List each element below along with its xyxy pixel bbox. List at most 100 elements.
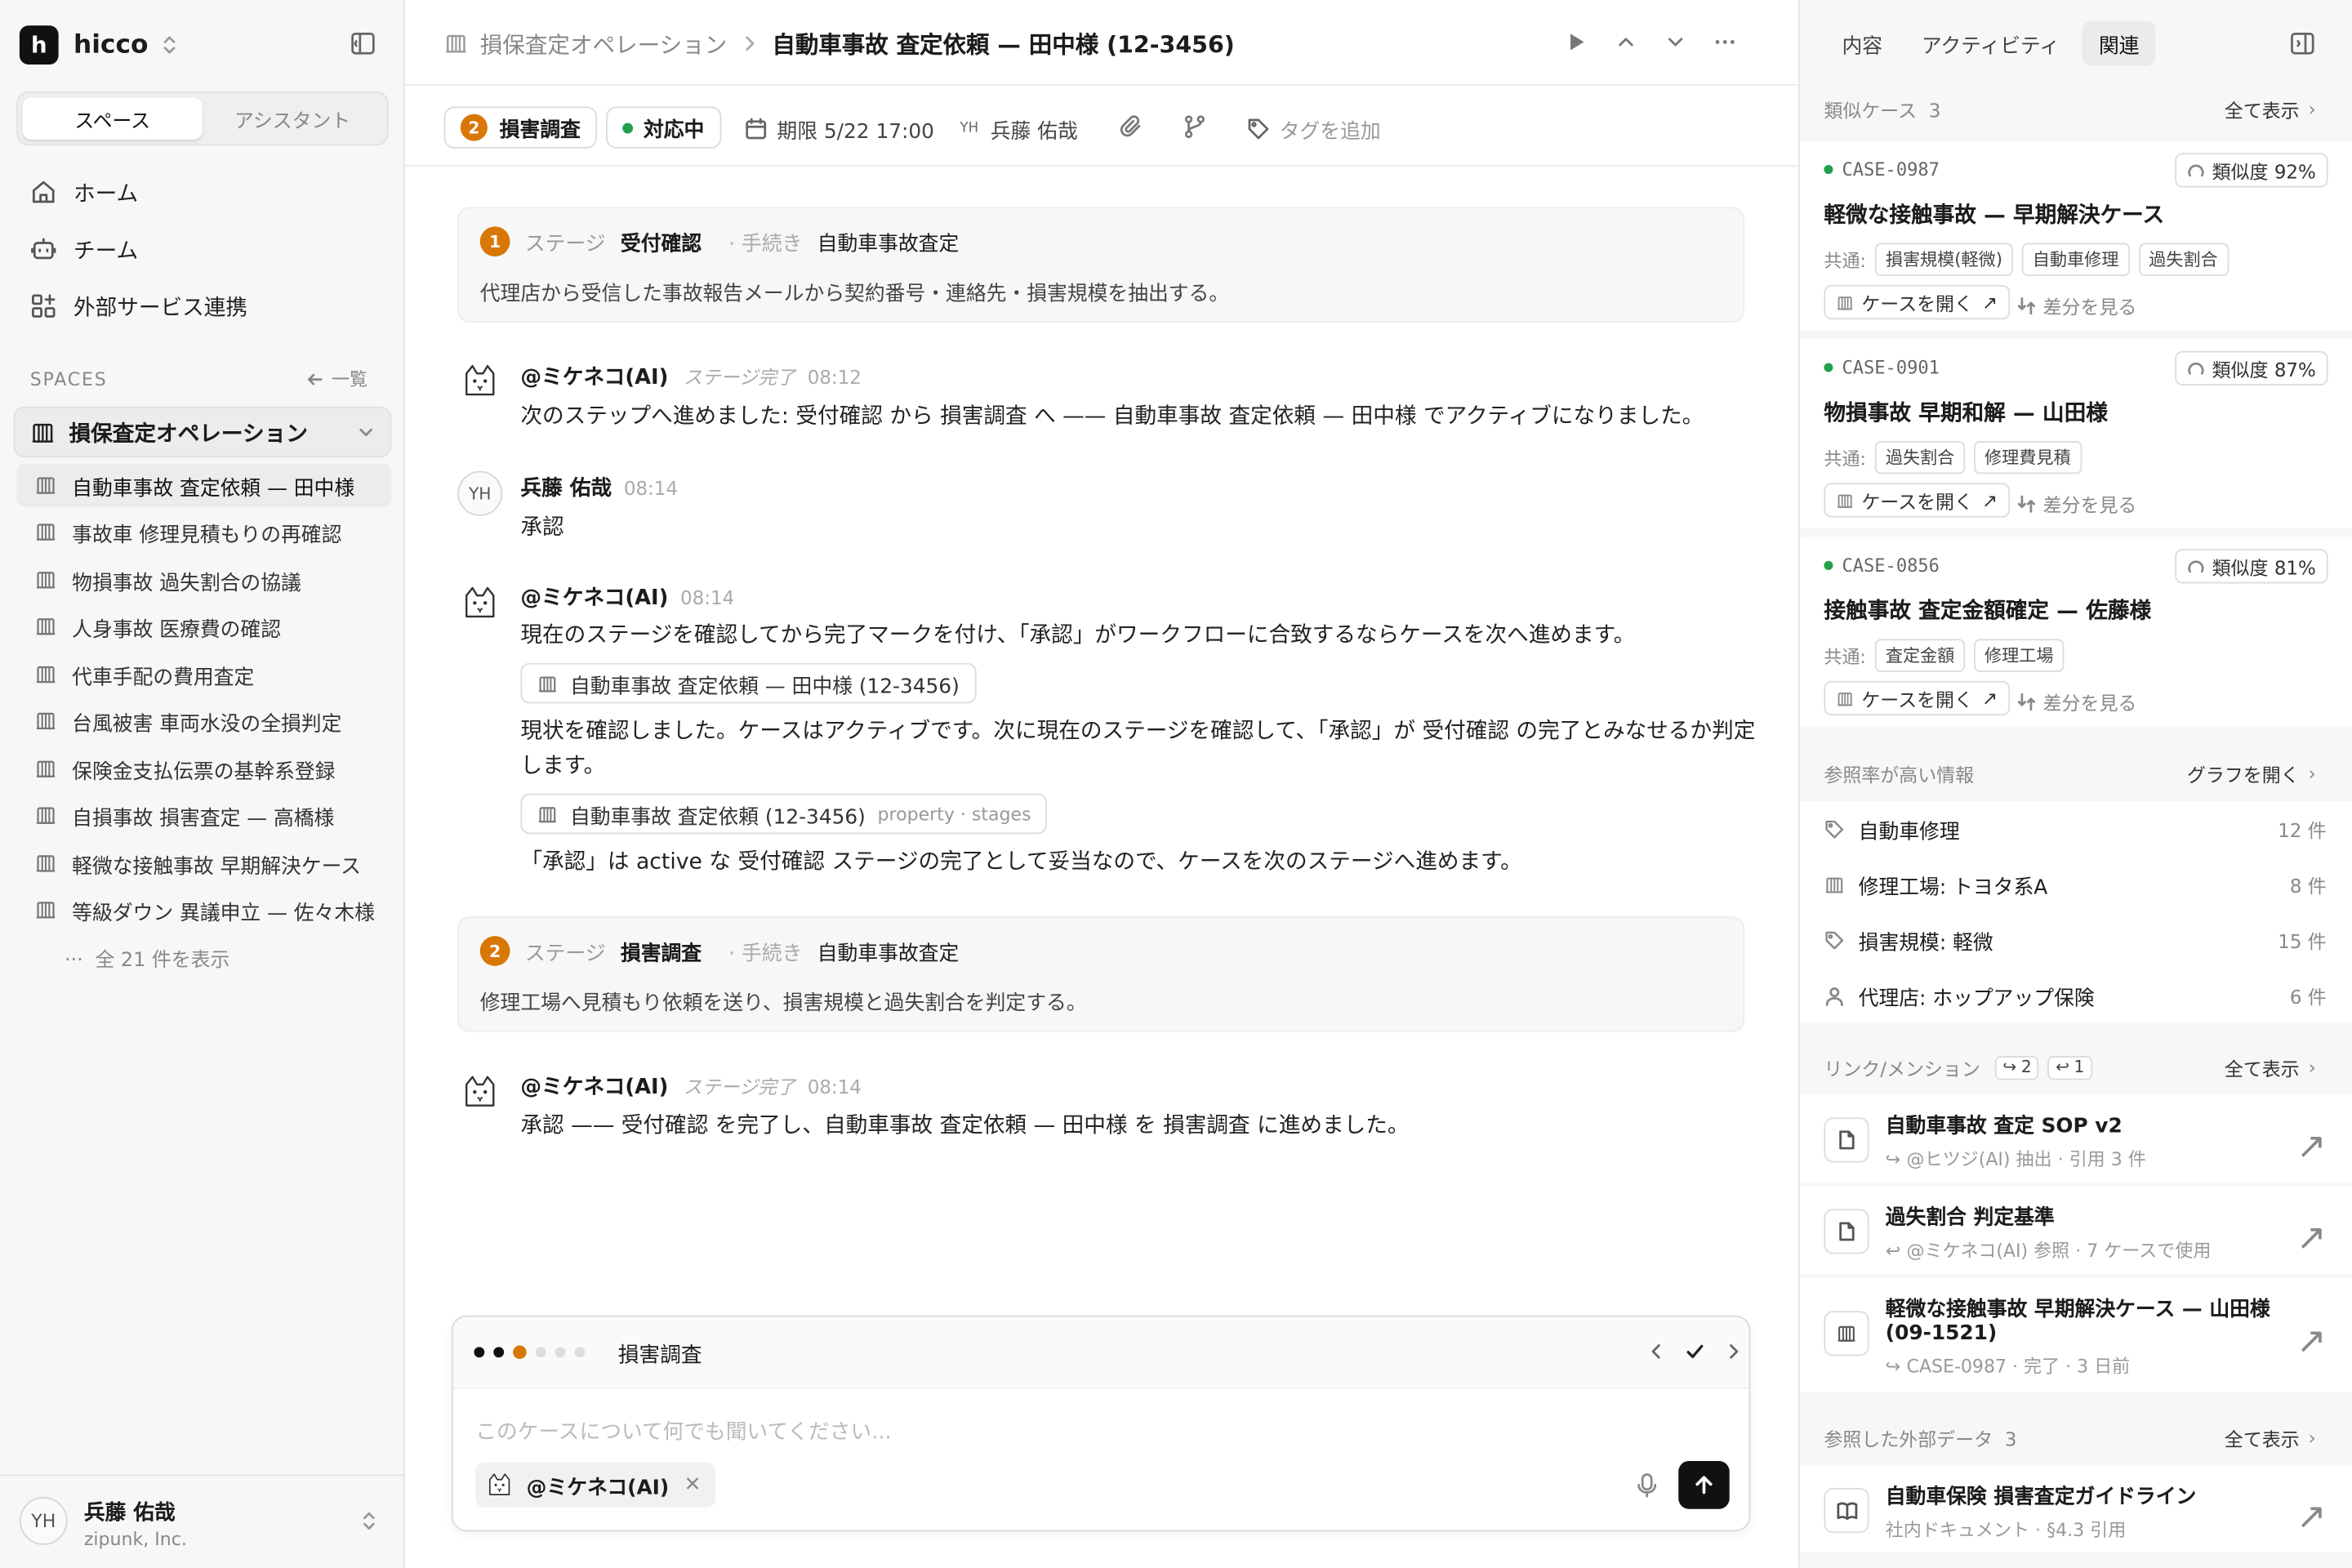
open-graph-link[interactable]: グラフを開く ›: [2187, 759, 2316, 787]
due-date[interactable]: 期限 5/22 17:00: [744, 114, 934, 144]
external-data-sub: 社内ドキュメント · §4.3 引用: [1885, 1519, 2127, 1541]
microphone-icon[interactable]: [1635, 1472, 1659, 1499]
frequent-info-item[interactable]: 代理店: ホップアップ保険 6 件: [1800, 967, 2352, 1023]
segment-spaces[interactable]: スペース: [22, 97, 203, 140]
link-item[interactable]: 自動車事故 査定 SOP v2 ↪ @ヒツジ(AI) 抽出 · 引用 3 件 ↗: [1800, 1094, 2352, 1183]
tab-related[interactable]: 関連: [2082, 20, 2156, 66]
assignee-initials: YH: [960, 121, 979, 137]
case-item-label: 保険金支払伝票の基幹系登録: [72, 760, 336, 784]
stage-pill[interactable]: 2 損害調査: [443, 106, 598, 149]
external-data-item[interactable]: 自動車保険 損害査定ガイドライン 社内ドキュメント · §4.3 引用 ↗: [1800, 1465, 2352, 1552]
similar-case-card[interactable]: CASE-0987 類似度 92% 軽微な接触事故 — 早期解決ケース 共通: 損…: [1800, 140, 2352, 331]
chevron-left-icon[interactable]: [1646, 1341, 1667, 1362]
view-diff-button[interactable]: 差分を見る: [2017, 489, 2136, 518]
view-diff-button[interactable]: 差分を見る: [2017, 291, 2136, 319]
message-text: 現状を確認しました。ケースはアクティブです。次に現在のステージを確認して、「承認…: [520, 719, 1756, 745]
external-arrow-icon: ↗: [1981, 291, 1998, 314]
similar-case-card[interactable]: CASE-0901 類似度 87% 物損事故 早期和解 — 山田様 共通: 過失割…: [1800, 339, 2352, 528]
links-show-all-label: 全て表示: [2224, 1057, 2300, 1080]
open-case-button[interactable]: ケースを開く ↗: [1824, 284, 2010, 320]
case-item[interactable]: 自動車事故 査定依頼 — 田中様: [16, 463, 392, 507]
brand-logo: h: [19, 24, 59, 65]
link-title: 軽微な接触事故 早期解決ケース — 山田様: [1885, 1297, 2270, 1322]
add-tag-button[interactable]: タグを追加: [1246, 114, 1381, 144]
case-item[interactable]: 代車手配の費用査定: [16, 653, 391, 696]
nav-home[interactable]: ホーム: [30, 176, 138, 208]
case-item[interactable]: 人身事故 医療費の確認: [16, 604, 391, 648]
similar-show-all-link[interactable]: 全て表示 ›: [2225, 95, 2316, 123]
branch-icon[interactable]: [1182, 114, 1207, 140]
case-item[interactable]: 軽微な接触事故 早期解決ケース: [16, 841, 391, 884]
links-heading-label: リンク/メンション: [1824, 1057, 1980, 1080]
view-diff-button[interactable]: 差分を見る: [2017, 687, 2136, 715]
case-item[interactable]: 事故車 修理見積もりの再確認: [16, 510, 391, 553]
space-assistant-toggle: スペース アシスタント: [16, 91, 389, 146]
open-case-label: ケースを開く: [1861, 490, 1973, 514]
link-item[interactable]: 軽微な接触事故 早期解決ケース — 山田様 (09-1521) ↪ CASE-09…: [1800, 1277, 2352, 1392]
external-arrow-icon[interactable]: ↗: [2296, 1125, 2327, 1167]
stage-card: 1 ステージ 受付確認 · 手続き 自動車事故査定 代理店から受信した事故報告メ…: [457, 207, 1745, 323]
case-item[interactable]: 等級ダウン 異議申立 — 佐々木様: [16, 888, 391, 931]
external-show-all-link[interactable]: 全て表示 ›: [2225, 1423, 2316, 1452]
play-icon[interactable]: [1565, 30, 1588, 54]
sidebar-toggle-icon[interactable]: [350, 30, 376, 57]
message-text: 承認: [520, 515, 564, 541]
mention-chip[interactable]: @ミケネコ(AI) ✕: [475, 1462, 716, 1508]
more-icon[interactable]: [1713, 30, 1737, 54]
chevron-up-icon[interactable]: [1614, 30, 1637, 54]
open-case-button[interactable]: ケースを開く ↗: [1824, 483, 2010, 518]
message-text: 承認 —— 受付確認 を完了し、自動車事故 査定依頼 — 田中様 を 損害調査 …: [520, 1114, 1410, 1139]
chevron-right-icon[interactable]: [1723, 1341, 1744, 1362]
case-item[interactable]: 保険金支払伝票の基幹系登録: [16, 747, 391, 791]
assignee[interactable]: YH 兵藤 佑哉: [960, 114, 1077, 144]
cat-avatar-icon: [459, 1071, 501, 1112]
paperclip-icon[interactable]: [1119, 114, 1144, 140]
breadcrumb-space[interactable]: 損保査定オペレーション: [480, 28, 728, 60]
similarity-badge: 類似度 81%: [2174, 549, 2328, 584]
case-reference-chip[interactable]: 自動車事故 査定依頼 (12-3456) property · stages: [520, 793, 1048, 835]
similar-case-id: CASE-0987: [1824, 158, 1940, 180]
space-selector[interactable]: 損保査定オペレーション: [13, 406, 392, 458]
similar-case-card[interactable]: CASE-0856 類似度 81% 接触事故 査定金額確定 — 佐藤様 共通: 査…: [1800, 537, 2352, 726]
stage-name: 損害調査: [620, 942, 702, 966]
case-reference-chip[interactable]: 自動車事故 査定依頼 — 田中様 (12-3456): [520, 662, 976, 704]
tab-activity[interactable]: アクティビティ: [1905, 21, 2077, 66]
status-badge[interactable]: 対応中: [606, 106, 721, 149]
panel-toggle-icon[interactable]: [2289, 30, 2316, 57]
nav-team[interactable]: チーム: [30, 233, 138, 265]
open-case-button[interactable]: ケースを開く ↗: [1824, 680, 2010, 716]
external-arrow-icon[interactable]: ↗: [2296, 1320, 2327, 1361]
external-arrow-icon[interactable]: ↗: [2296, 1217, 2327, 1258]
close-icon[interactable]: ✕: [684, 1473, 702, 1497]
links-show-all-link[interactable]: 全て表示 ›: [2225, 1053, 2316, 1081]
case-id-label: CASE-0987: [1842, 158, 1940, 180]
message-event-tag: ステージ完了: [683, 366, 796, 389]
frequent-info-item[interactable]: 修理工場: トヨタ系A 8 件: [1800, 856, 2352, 912]
case-item[interactable]: 物損事故 過失割合の協議: [16, 558, 391, 601]
frequent-info-item[interactable]: 自動車修理 12 件: [1800, 800, 2352, 857]
incoming-count: 1: [2074, 1057, 2085, 1077]
brand[interactable]: h hicco: [19, 24, 178, 65]
message-author: @ミケネコ(AI): [520, 586, 669, 611]
chevron-right-icon: ›: [2308, 97, 2316, 120]
chevron-down-icon[interactable]: [1664, 30, 1687, 54]
frequent-info-label: 損害規模: 軽微: [1858, 930, 1993, 956]
case-item[interactable]: 台風被害 車両水没の全損判定: [16, 699, 391, 742]
user-menu[interactable]: YH 兵藤 佑哉 zipunk, Inc.: [0, 1474, 404, 1567]
message-input[interactable]: このケースについて何でも聞いてください...: [475, 1416, 891, 1446]
check-icon[interactable]: [1685, 1341, 1706, 1362]
tab-content[interactable]: 内容: [1825, 21, 1899, 66]
external-arrow-icon[interactable]: ↗: [2296, 1495, 2327, 1537]
show-all-cases-link[interactable]: ··· 全 21 件を表示: [65, 943, 229, 973]
case-item[interactable]: 自損事故 損害査定 — 高橋様: [16, 794, 391, 837]
frequent-info-item[interactable]: 損害規模: 軽微 15 件: [1800, 911, 2352, 968]
segment-assistant[interactable]: アシスタント: [203, 97, 382, 139]
send-button[interactable]: [1678, 1460, 1730, 1509]
spaces-list-link[interactable]: 一覧: [306, 366, 368, 391]
link-item[interactable]: 過失割合 判定基準 ↩ @ミケネコ(AI) 参照 · 7 ケースで使用 ↗: [1800, 1186, 2352, 1274]
frequent-info-count: 8 件: [2289, 874, 2327, 898]
case-item-label: 事故車 修理見積もりの再確認: [72, 523, 342, 547]
procedure-label: · 手続き: [728, 232, 803, 257]
nav-integrations[interactable]: 外部サービス連携: [30, 289, 247, 322]
message-header: 兵藤 佑哉 08:14: [520, 473, 678, 503]
